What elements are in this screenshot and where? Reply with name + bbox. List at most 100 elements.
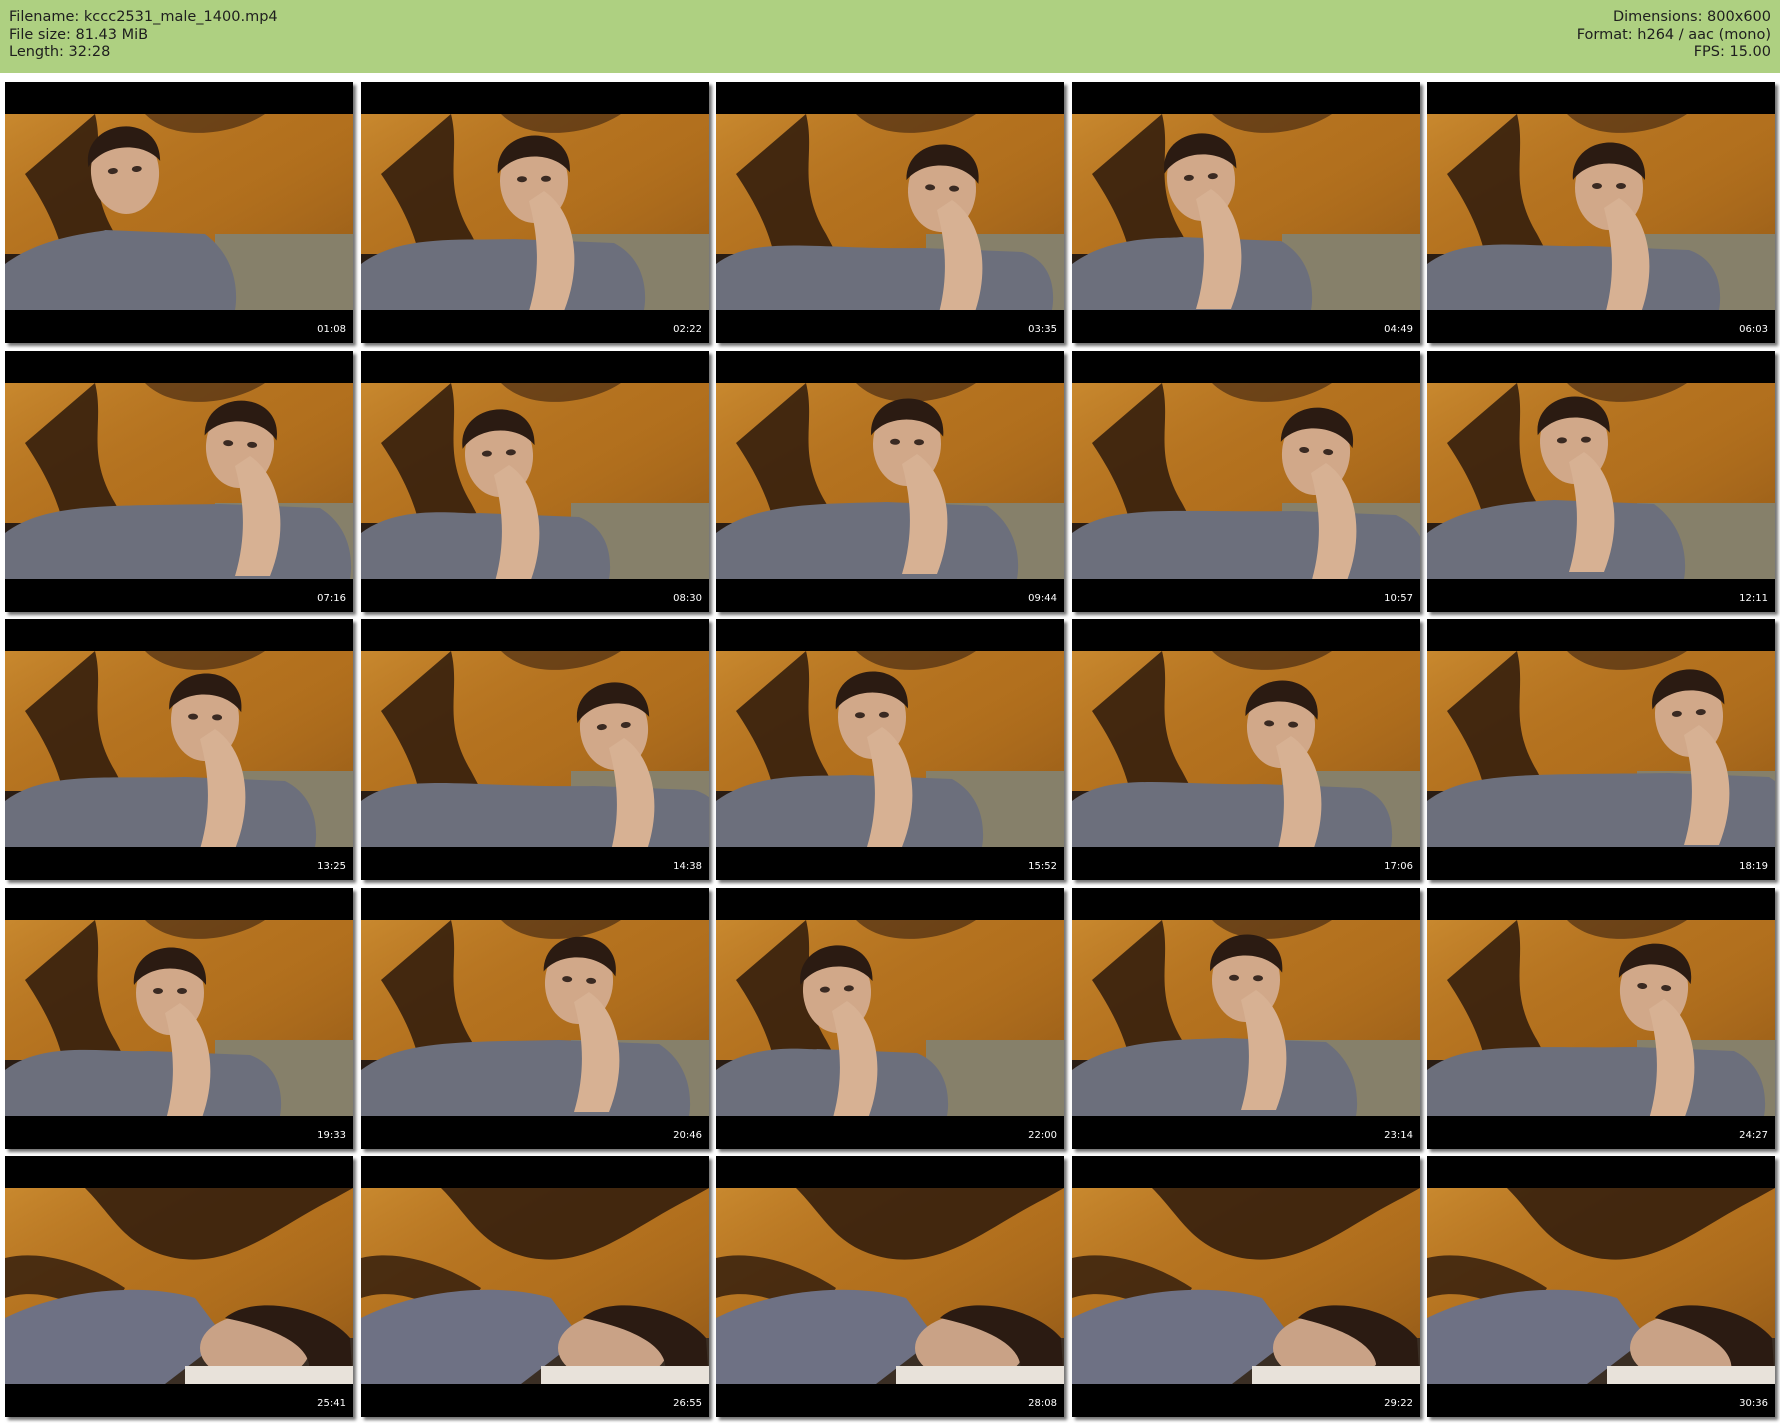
thumbnail-tile[interactable]: 12:11	[1427, 351, 1775, 612]
frame-image	[361, 383, 709, 579]
timestamp-label: 25:41	[317, 1398, 346, 1409]
thumbnail-tile[interactable]: 18:19	[1427, 619, 1775, 880]
thumbnail-tile[interactable]: 04:49	[1072, 82, 1420, 343]
thumbnail-tile[interactable]: 14:38	[361, 619, 709, 880]
thumbnail-tile[interactable]: 09:44	[716, 351, 1064, 612]
frame-image	[5, 651, 353, 847]
timestamp-label: 08:30	[673, 593, 702, 604]
thumbnail-tile[interactable]: 24:27	[1427, 888, 1775, 1149]
timestamp-label: 09:44	[1028, 593, 1057, 604]
frame-image	[5, 920, 353, 1116]
thumbnail-tile[interactable]: 15:52	[716, 619, 1064, 880]
video-frame	[1427, 1188, 1775, 1384]
frame-image	[1072, 651, 1420, 847]
timestamp-label: 26:55	[673, 1398, 702, 1409]
video-frame	[5, 651, 353, 847]
video-frame	[361, 114, 709, 310]
video-frame	[1427, 651, 1775, 847]
frame-image	[1427, 651, 1775, 847]
timestamp-label: 22:00	[1028, 1130, 1057, 1141]
video-frame	[1072, 920, 1420, 1116]
frame-image	[716, 651, 1064, 847]
timestamp-label: 18:19	[1739, 861, 1768, 872]
thumbnail-tile[interactable]: 10:57	[1072, 351, 1420, 612]
thumbnail-tile[interactable]: 01:08	[5, 82, 353, 343]
thumbnail-tile[interactable]: 22:00	[716, 888, 1064, 1149]
video-frame	[1427, 383, 1775, 579]
timestamp-label: 14:38	[673, 861, 702, 872]
timestamp-label: 10:57	[1384, 593, 1413, 604]
timestamp-label: 13:25	[317, 861, 346, 872]
frame-image	[1072, 920, 1420, 1116]
video-frame	[361, 1188, 709, 1384]
video-frame	[716, 114, 1064, 310]
frame-image	[361, 114, 709, 310]
frame-image	[1072, 114, 1420, 310]
thumbnail-tile[interactable]: 20:46	[361, 888, 709, 1149]
thumbnail-tile[interactable]: 08:30	[361, 351, 709, 612]
frame-image	[1427, 383, 1775, 579]
thumbnail-tile[interactable]: 13:25	[5, 619, 353, 880]
frame-image	[5, 383, 353, 579]
thumbnail-tile[interactable]: 02:22	[361, 82, 709, 343]
thumbnail-tile[interactable]: 29:22	[1072, 1156, 1420, 1417]
video-frame	[5, 114, 353, 310]
video-frame	[361, 651, 709, 847]
frame-image	[361, 920, 709, 1116]
frame-image	[1427, 114, 1775, 310]
thumbnail-tile[interactable]: 07:16	[5, 351, 353, 612]
video-frame	[361, 383, 709, 579]
frame-image	[361, 1188, 709, 1384]
video-frame	[5, 383, 353, 579]
timestamp-label: 06:03	[1739, 324, 1768, 335]
timestamp-label: 24:27	[1739, 1130, 1768, 1141]
timestamp-label: 23:14	[1384, 1130, 1413, 1141]
timestamp-label: 01:08	[317, 324, 346, 335]
thumbnail-tile[interactable]: 25:41	[5, 1156, 353, 1417]
timestamp-label: 04:49	[1384, 324, 1413, 335]
thumbnail-tile[interactable]: 26:55	[361, 1156, 709, 1417]
video-frame	[1072, 651, 1420, 847]
timestamp-label: 28:08	[1028, 1398, 1057, 1409]
thumbnail-tile[interactable]: 23:14	[1072, 888, 1420, 1149]
frame-image	[1427, 920, 1775, 1116]
frame-image	[1072, 1188, 1420, 1384]
thumbnail-grid: 01:08 02:22 03:35 04:49 06:03 07:16 08:30 09:44…	[0, 0, 1780, 1423]
timestamp-label: 02:22	[673, 324, 702, 335]
video-frame	[716, 920, 1064, 1116]
video-frame	[716, 651, 1064, 847]
timestamp-label: 30:36	[1739, 1398, 1768, 1409]
frame-image	[1427, 1188, 1775, 1384]
thumbnail-tile[interactable]: 17:06	[1072, 619, 1420, 880]
timestamp-label: 15:52	[1028, 861, 1057, 872]
video-frame	[1427, 114, 1775, 310]
frame-image	[716, 383, 1064, 579]
timestamp-label: 20:46	[673, 1130, 702, 1141]
timestamp-label: 19:33	[317, 1130, 346, 1141]
timestamp-label: 12:11	[1739, 593, 1768, 604]
timestamp-label: 03:35	[1028, 324, 1057, 335]
thumbnail-tile[interactable]: 03:35	[716, 82, 1064, 343]
video-frame	[716, 1188, 1064, 1384]
frame-image	[716, 920, 1064, 1116]
video-frame	[5, 920, 353, 1116]
thumbnail-tile[interactable]: 19:33	[5, 888, 353, 1149]
thumbnail-tile[interactable]: 30:36	[1427, 1156, 1775, 1417]
thumbnail-tile[interactable]: 28:08	[716, 1156, 1064, 1417]
video-frame	[1427, 920, 1775, 1116]
frame-image	[361, 651, 709, 847]
video-frame	[1072, 114, 1420, 310]
video-frame	[361, 920, 709, 1116]
video-frame	[5, 1188, 353, 1384]
video-frame	[1072, 1188, 1420, 1384]
frame-image	[5, 1188, 353, 1384]
video-frame	[716, 383, 1064, 579]
timestamp-label: 29:22	[1384, 1398, 1413, 1409]
video-frame	[1072, 383, 1420, 579]
frame-image	[1072, 383, 1420, 579]
frame-image	[5, 114, 353, 310]
timestamp-label: 17:06	[1384, 861, 1413, 872]
timestamp-label: 07:16	[317, 593, 346, 604]
frame-image	[716, 114, 1064, 310]
thumbnail-tile[interactable]: 06:03	[1427, 82, 1775, 343]
